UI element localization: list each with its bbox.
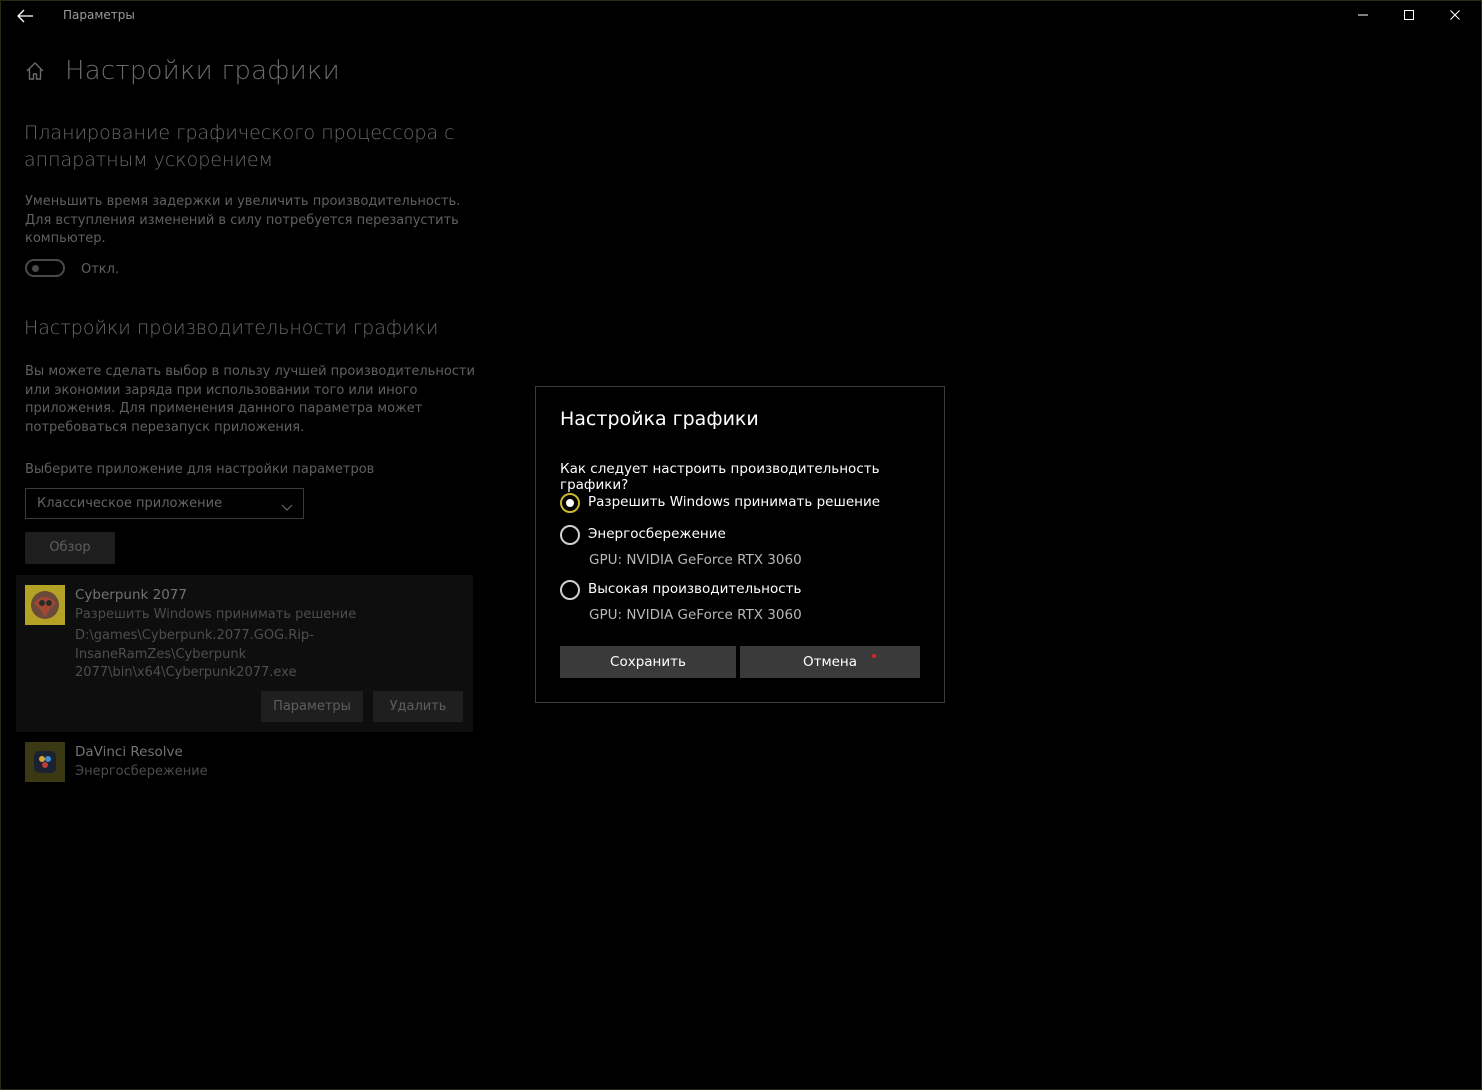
hags-toggle-label: Откл.	[81, 262, 120, 277]
radio-high-performance[interactable]	[560, 580, 580, 600]
app-setting: Энергосбережение	[75, 764, 208, 779]
chevron-down-icon	[281, 498, 293, 511]
dialog-title: Настройка графики	[560, 408, 759, 430]
graphics-settings-dialog: Настройка графики Как следует настроить …	[535, 386, 945, 703]
window-title: Параметры	[63, 8, 135, 22]
maximize-icon[interactable]	[1386, 0, 1432, 30]
radio-power-saving[interactable]	[560, 525, 580, 545]
app-setting: Разрешить Windows принимать решение	[75, 607, 357, 622]
app-name: Cyberpunk 2077	[75, 587, 187, 603]
hags-section-title: Планирование графического процессора с а…	[24, 122, 455, 171]
dialog-question: Как следует настроить производительность…	[560, 461, 880, 493]
radio-label-let-windows-decide[interactable]: Разрешить Windows принимать решение	[588, 494, 880, 510]
radio-label-high-performance[interactable]: Высокая производительность	[588, 581, 801, 597]
remove-button[interactable]: Удалить	[373, 691, 463, 722]
hags-toggle[interactable]	[25, 259, 65, 277]
page-header: Настройки графики	[24, 56, 340, 86]
home-icon[interactable]	[24, 60, 46, 82]
app-path: D:\games\Cyberpunk.2077.GOG.Rip-InsaneRa…	[75, 628, 314, 680]
toggle-knob	[32, 265, 39, 272]
cursor-marker	[872, 654, 876, 658]
gpu-info: GPU: NVIDIA GeForce RTX 3060	[589, 552, 802, 568]
cancel-button[interactable]: Отмена	[740, 646, 920, 678]
title-bar: Параметры	[0, 0, 1482, 32]
gpu-info: GPU: NVIDIA GeForce RTX 3060	[589, 607, 802, 623]
app-name[interactable]: DaVinci Resolve	[75, 744, 183, 760]
radio-label-power-saving[interactable]: Энергосбережение	[588, 526, 726, 542]
back-arrow-icon[interactable]	[14, 6, 36, 26]
select-app-label: Выберите приложение для настройки параме…	[25, 462, 375, 477]
perf-description: Вы можете сделать выбор в пользу лучшей …	[25, 364, 475, 435]
app-type-dropdown[interactable]: Классическое приложение	[25, 488, 304, 519]
davinci-app-icon	[25, 742, 65, 782]
perf-section-title: Настройки производительности графики	[24, 317, 439, 339]
minimize-icon[interactable]	[1340, 0, 1386, 30]
page-title: Настройки графики	[65, 56, 340, 86]
browse-button[interactable]: Обзор	[25, 532, 115, 564]
dropdown-value: Классическое приложение	[37, 496, 223, 511]
close-icon[interactable]	[1432, 0, 1478, 30]
cyberpunk-app-icon	[25, 585, 65, 625]
save-button[interactable]: Сохранить	[560, 646, 736, 678]
options-button[interactable]: Параметры	[261, 691, 363, 722]
radio-let-windows-decide[interactable]	[560, 493, 580, 513]
hags-description: Уменьшить время задержки и увеличить про…	[25, 194, 461, 246]
